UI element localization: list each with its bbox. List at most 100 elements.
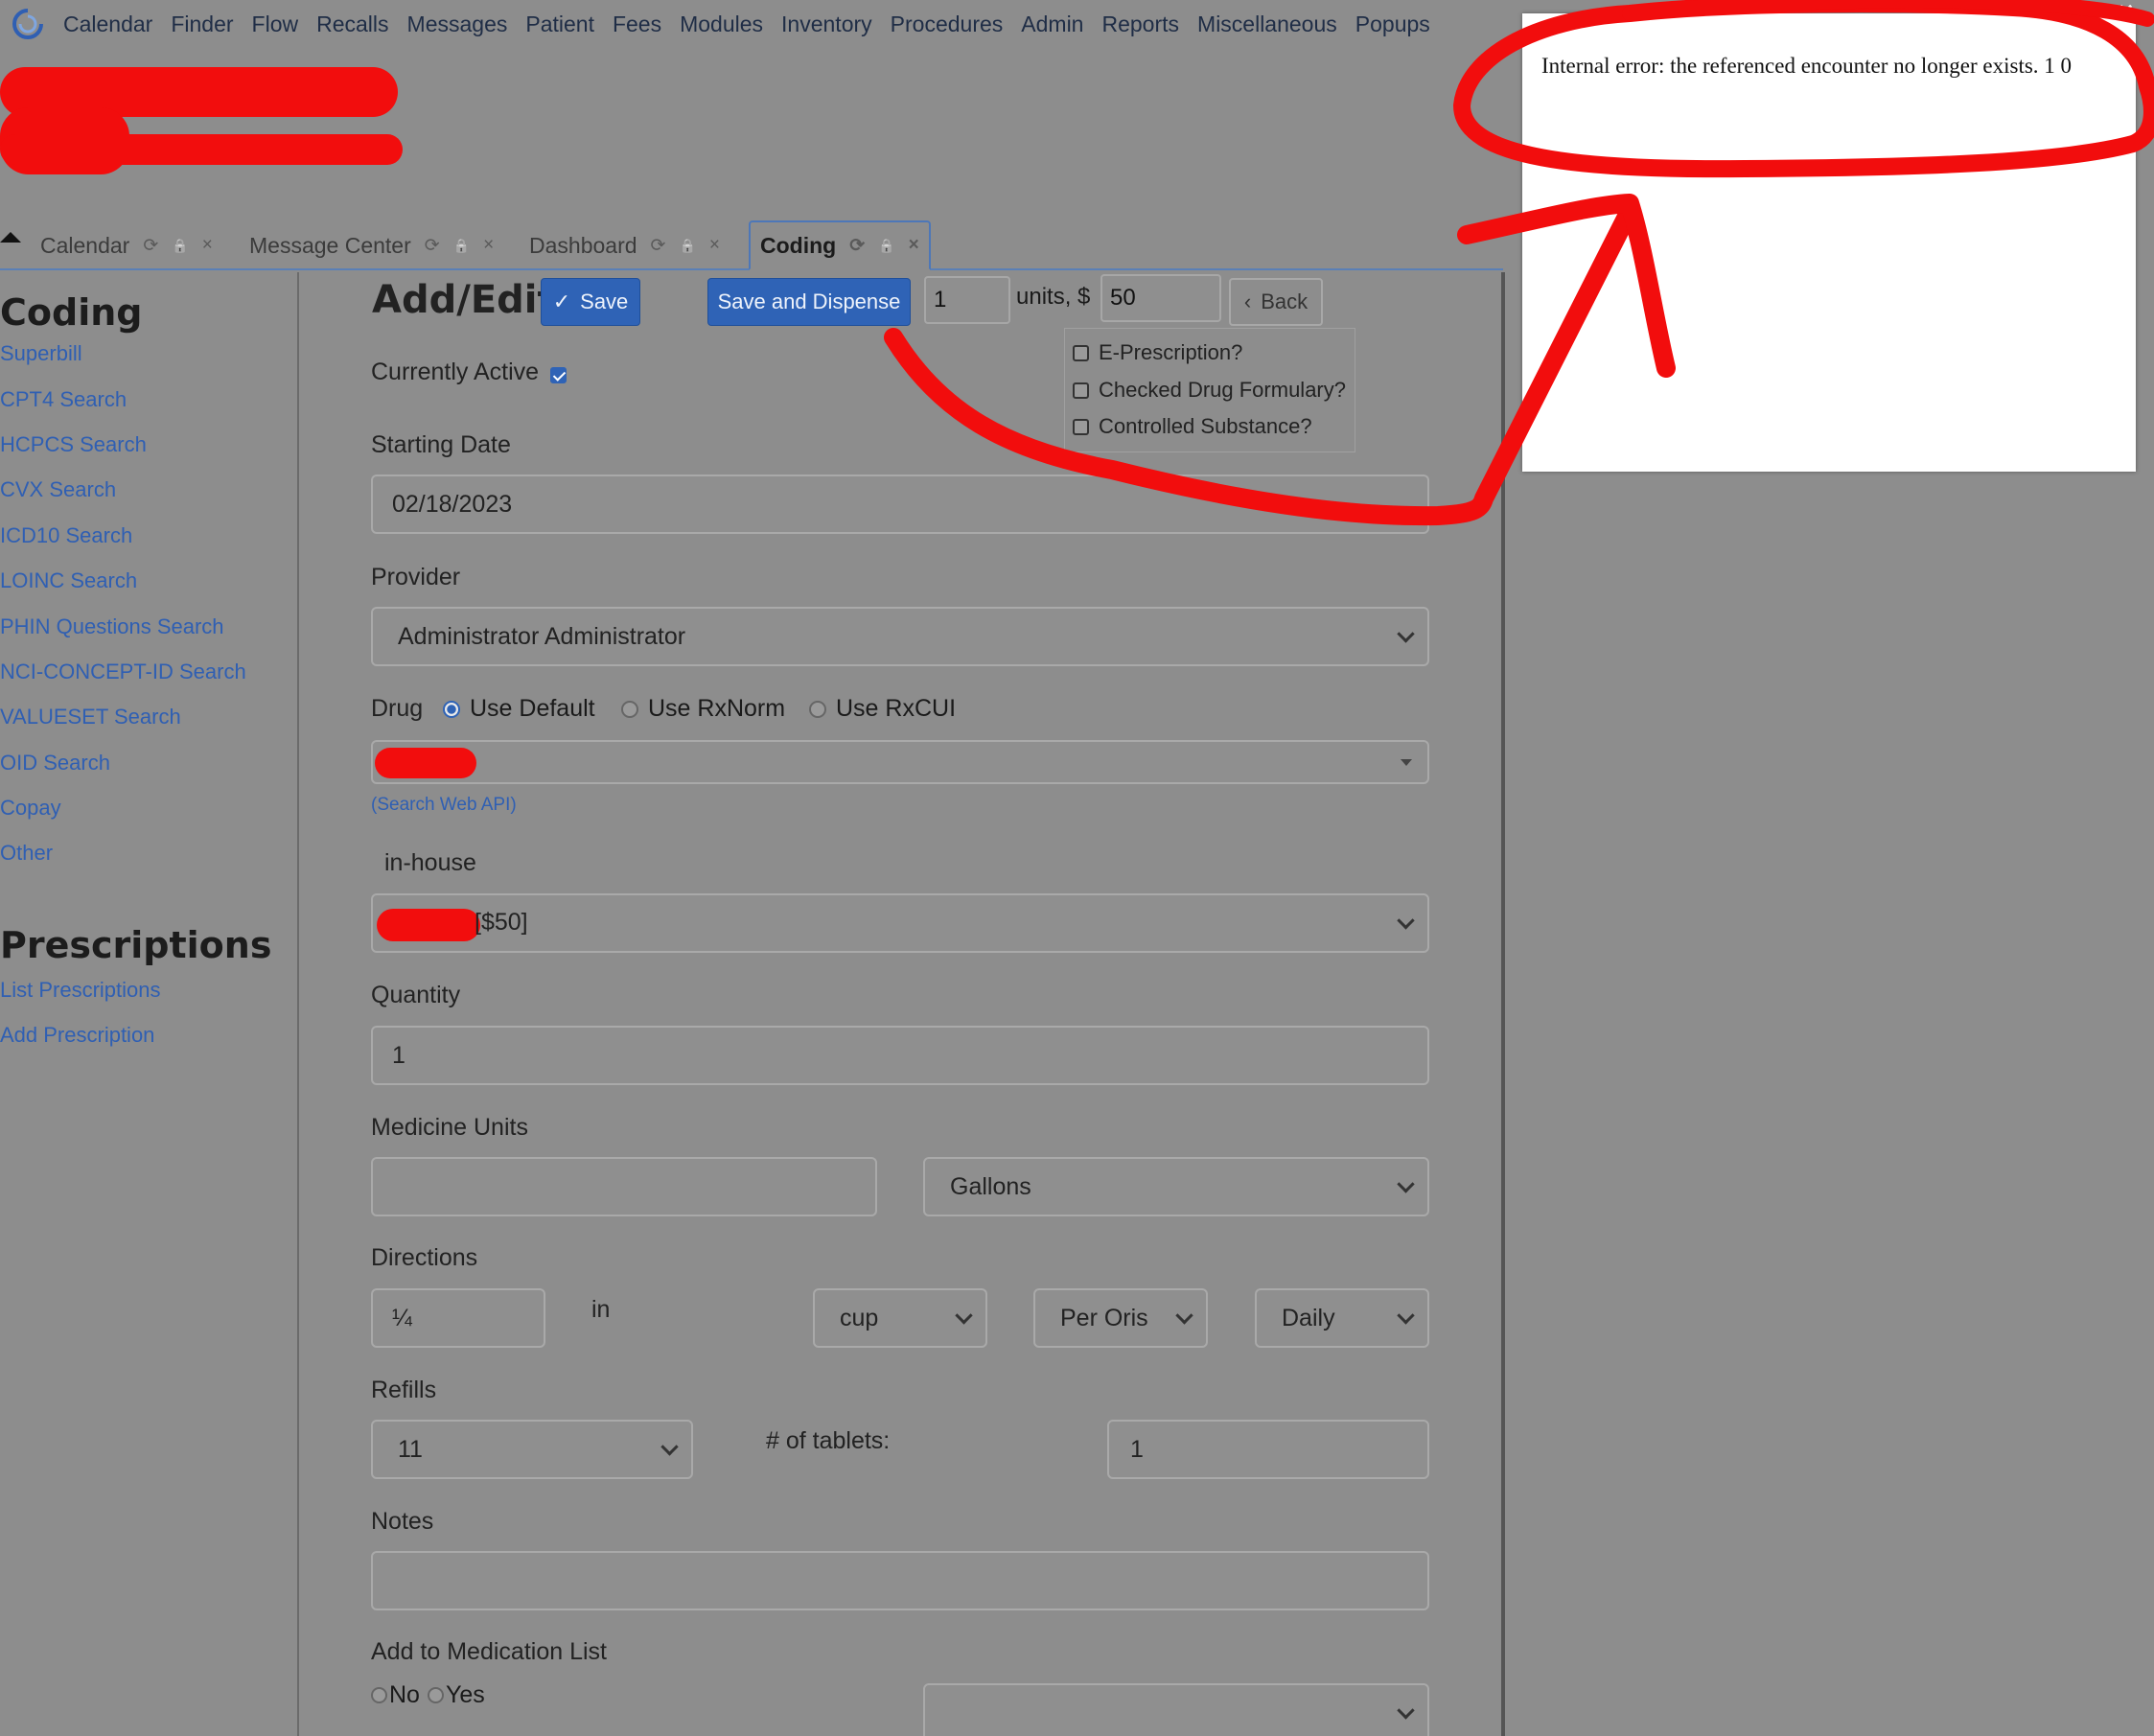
directions-form-select[interactable]: cup bbox=[813, 1288, 987, 1348]
medicine-units-label: Medicine Units bbox=[371, 1114, 528, 1141]
drug-use-rxnorm-radio[interactable]: Use RxNorm bbox=[621, 695, 785, 723]
search-web-api-link[interactable]: (Search Web API) bbox=[371, 795, 517, 816]
close-icon[interactable]: × bbox=[483, 235, 494, 256]
controlled-substance-checkbox[interactable]: Controlled Substance? bbox=[1073, 414, 1312, 439]
menu-modules[interactable]: Modules bbox=[680, 12, 763, 37]
sidebar-link-nci-concept[interactable]: NCI-CONCEPT-ID Search bbox=[0, 660, 246, 684]
sidebar-link-cpt4[interactable]: CPT4 Search bbox=[0, 387, 127, 412]
med-list-select[interactable] bbox=[923, 1683, 1429, 1736]
medicine-units-input[interactable] bbox=[371, 1157, 877, 1216]
save-button[interactable]: ✓ Save bbox=[541, 278, 640, 326]
med-list-no-radio[interactable] bbox=[371, 1687, 387, 1703]
sidebar-link-icd10[interactable]: ICD10 Search bbox=[0, 523, 132, 548]
checkbox[interactable] bbox=[1073, 344, 1089, 361]
checkbox[interactable] bbox=[1073, 418, 1089, 435]
menu-messages[interactable]: Messages bbox=[407, 12, 508, 37]
tab-coding[interactable]: Coding ⟳ 🔒 × bbox=[749, 220, 931, 270]
sidebar-link-loinc[interactable]: LOINC Search bbox=[0, 568, 137, 593]
sidebar-link-superbill[interactable]: Superbill bbox=[0, 341, 82, 366]
radio-selected[interactable] bbox=[443, 700, 460, 718]
med-list-yes-radio[interactable] bbox=[427, 1687, 444, 1703]
collapse-up-icon[interactable] bbox=[0, 232, 21, 243]
directions-amount-input[interactable]: ¼ bbox=[371, 1288, 545, 1348]
tab-label: Message Center bbox=[249, 232, 411, 258]
redaction-mark bbox=[375, 748, 476, 778]
chevron-down-icon bbox=[1397, 1175, 1415, 1193]
sidebar-link-add-prescription[interactable]: Add Prescription bbox=[0, 1023, 154, 1048]
close-icon[interactable]: × bbox=[202, 235, 213, 256]
menu-recalls[interactable]: Recalls bbox=[316, 12, 388, 37]
checkbox[interactable] bbox=[1073, 382, 1089, 399]
refresh-icon[interactable]: ⟳ bbox=[849, 235, 865, 257]
e-prescription-checkbox[interactable]: E-Prescription? bbox=[1073, 340, 1242, 365]
back-label: Back bbox=[1261, 289, 1309, 313]
redaction-mark bbox=[0, 134, 403, 165]
radio-unselected[interactable] bbox=[809, 700, 826, 718]
tab-message-center[interactable]: Message Center ⟳ 🔒 × bbox=[240, 220, 503, 270]
directions-form-value: cup bbox=[840, 1304, 879, 1331]
lock-icon[interactable]: 🔒 bbox=[453, 238, 470, 254]
tablets-input[interactable]: 1 bbox=[1107, 1420, 1429, 1479]
drug-use-rxcui-radio[interactable]: Use RxCUI bbox=[809, 695, 956, 723]
medicine-units-select[interactable]: Gallons bbox=[923, 1157, 1429, 1216]
tab-dashboard[interactable]: Dashboard ⟳ 🔒 × bbox=[520, 220, 730, 270]
drug-search-select[interactable] bbox=[371, 740, 1429, 784]
currently-active-label: Currently Active bbox=[371, 359, 540, 385]
sidebar-link-valueset[interactable]: VALUESET Search bbox=[0, 705, 181, 729]
directions-in-label: in bbox=[591, 1296, 611, 1323]
tab-calendar[interactable]: Calendar ⟳ 🔒 × bbox=[31, 220, 222, 270]
refresh-icon[interactable]: ⟳ bbox=[143, 235, 158, 257]
menu-admin[interactable]: Admin bbox=[1021, 12, 1083, 37]
menu-calendar[interactable]: Calendar bbox=[63, 12, 152, 37]
app-logo-icon[interactable] bbox=[12, 8, 44, 40]
menu-patient[interactable]: Patient bbox=[525, 12, 594, 37]
menu-popups[interactable]: Popups bbox=[1355, 12, 1430, 37]
provider-select[interactable]: Administrator Administrator bbox=[371, 607, 1429, 666]
refills-value: 11 bbox=[398, 1435, 423, 1463]
sidebar-link-cvx[interactable]: CVX Search bbox=[0, 477, 116, 502]
currently-active-checkbox[interactable] bbox=[550, 367, 567, 384]
add-med-list-radios: No Yes bbox=[371, 1681, 485, 1709]
sidebar-link-hcpcs[interactable]: HCPCS Search bbox=[0, 432, 147, 457]
menu-miscellaneous[interactable]: Miscellaneous bbox=[1197, 12, 1337, 37]
menu-fees[interactable]: Fees bbox=[613, 12, 661, 37]
lock-icon[interactable]: 🔒 bbox=[172, 238, 188, 254]
sidebar-link-oid[interactable]: OID Search bbox=[0, 751, 110, 775]
sidebar-link-copay[interactable]: Copay bbox=[0, 796, 61, 821]
dispense-price-input[interactable]: 50 bbox=[1100, 274, 1221, 322]
menu-flow[interactable]: Flow bbox=[252, 12, 299, 37]
radio-label: Yes bbox=[445, 1681, 485, 1708]
back-button[interactable]: ‹ Back bbox=[1229, 278, 1323, 326]
save-and-dispense-button[interactable]: Save and Dispense bbox=[707, 278, 911, 326]
save-dispense-label: Save and Dispense bbox=[717, 289, 901, 313]
lock-icon[interactable]: 🔒 bbox=[878, 238, 894, 254]
menu-finder[interactable]: Finder bbox=[171, 12, 233, 37]
menu-procedures[interactable]: Procedures bbox=[891, 12, 1004, 37]
directions-route-select[interactable]: Per Oris bbox=[1033, 1288, 1208, 1348]
popup-close-icon[interactable]: × bbox=[2119, 0, 2133, 26]
tablets-label: # of tablets: bbox=[766, 1427, 891, 1454]
directions-interval-select[interactable]: Daily bbox=[1255, 1288, 1429, 1348]
formulary-label: Checked Drug Formulary? bbox=[1099, 378, 1346, 402]
drug-use-default-radio[interactable]: Use Default bbox=[443, 695, 595, 723]
radio-unselected[interactable] bbox=[621, 700, 638, 718]
refresh-icon[interactable]: ⟳ bbox=[651, 235, 666, 257]
tab-label: Coding bbox=[760, 232, 837, 258]
sidebar-link-phin[interactable]: PHIN Questions Search bbox=[0, 614, 224, 639]
sidebar-link-list-prescriptions[interactable]: List Prescriptions bbox=[0, 978, 161, 1003]
menu-reports[interactable]: Reports bbox=[1101, 12, 1179, 37]
refills-select[interactable]: 11 bbox=[371, 1420, 693, 1479]
close-icon[interactable]: × bbox=[909, 235, 919, 256]
lock-icon[interactable]: 🔒 bbox=[679, 238, 695, 254]
quantity-input[interactable]: 1 bbox=[371, 1026, 1429, 1085]
formulary-checkbox[interactable]: Checked Drug Formulary? bbox=[1073, 378, 1346, 403]
sidebar-link-other[interactable]: Other bbox=[0, 841, 53, 866]
tab-label: Calendar bbox=[40, 232, 130, 258]
refresh-icon[interactable]: ⟳ bbox=[425, 235, 440, 257]
menu-inventory[interactable]: Inventory bbox=[781, 12, 872, 37]
starting-date-input[interactable]: 02/18/2023 bbox=[371, 475, 1429, 534]
inhouse-select[interactable]: [$50] bbox=[371, 893, 1429, 953]
notes-textarea[interactable] bbox=[371, 1551, 1429, 1610]
close-icon[interactable]: × bbox=[709, 235, 720, 256]
dispense-units-input[interactable]: 1 bbox=[924, 276, 1010, 324]
